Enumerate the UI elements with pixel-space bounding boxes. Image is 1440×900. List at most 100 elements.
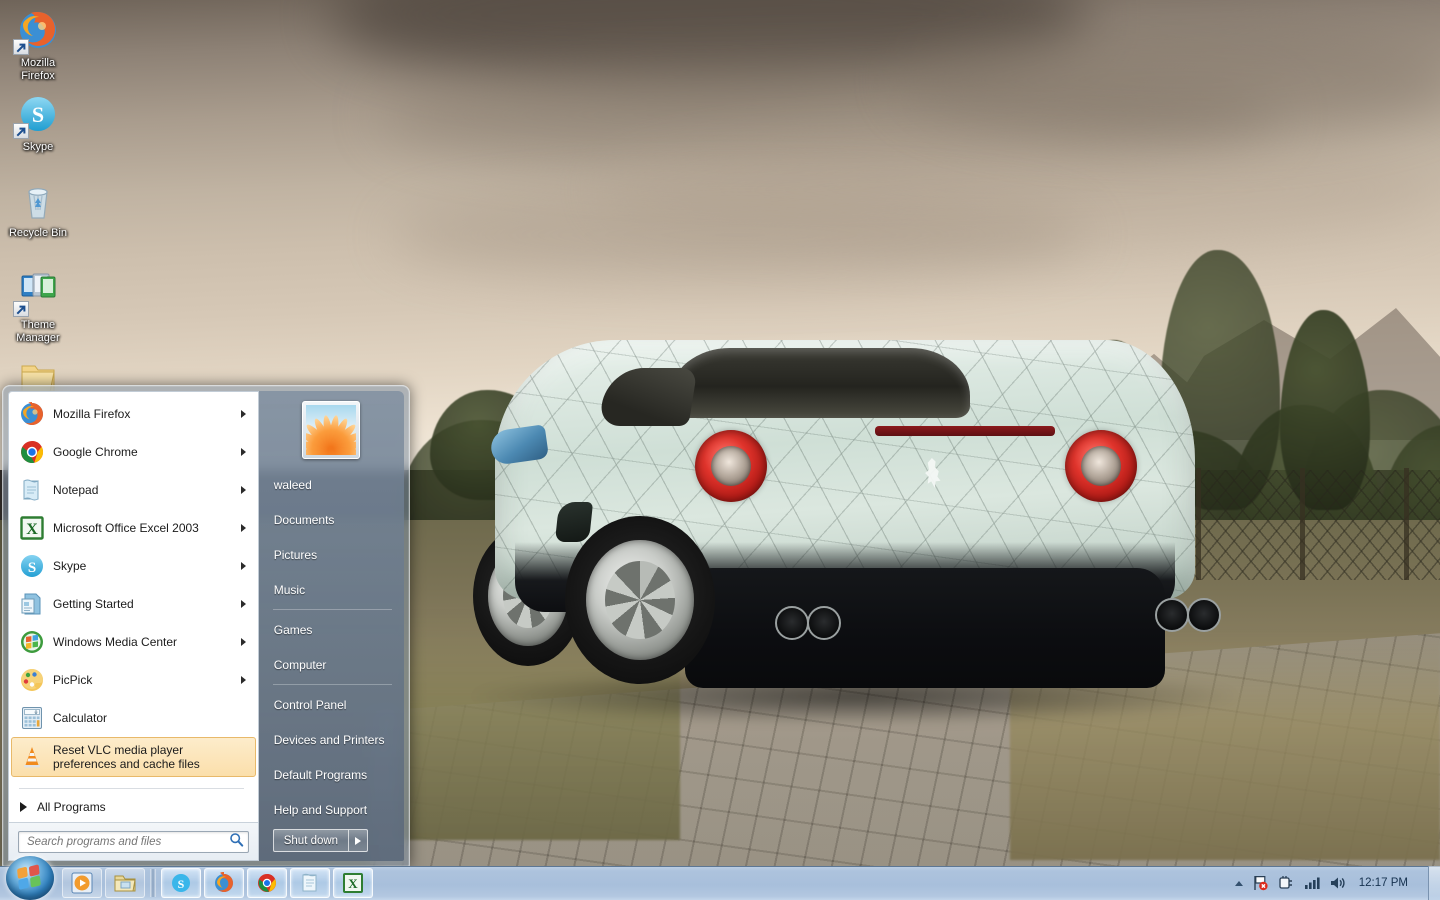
start-menu-link-music[interactable]: Music <box>259 572 404 607</box>
calculator-icon: 0 <box>19 705 45 731</box>
start-menu-right-divider <box>272 609 392 610</box>
chevron-right-icon <box>240 638 246 646</box>
start-menu-link-help-and-support[interactable]: Help and Support <box>259 792 404 827</box>
desktop-screen: Mozilla Firefox S Skype Recycle Bin Them… <box>0 0 1440 900</box>
theme-manager-icon <box>13 268 62 317</box>
svg-text:X: X <box>26 521 38 538</box>
speaker-icon[interactable] <box>1329 874 1347 892</box>
start-menu-item-skype[interactable]: S Skype <box>11 547 256 585</box>
chrome-icon <box>19 439 45 465</box>
desktop-icon-label-2: Firefox <box>21 70 55 82</box>
start-menu-item-label: Windows Media Center <box>53 635 178 649</box>
shutdown-row: Shut down <box>259 829 404 861</box>
start-menu-search-area <box>9 822 258 860</box>
svg-text:S: S <box>178 877 185 891</box>
skype-icon: S <box>19 553 45 579</box>
eject-device-icon[interactable] <box>1277 874 1295 892</box>
taskbar-separator <box>150 869 156 897</box>
firefox-icon <box>19 401 45 427</box>
start-menu-link-control-panel[interactable]: Control Panel <box>259 687 404 722</box>
search-input[interactable] <box>27 835 229 848</box>
taskbar-button-mozilla-firefox[interactable] <box>204 868 244 898</box>
start-menu-divider <box>19 788 244 789</box>
chevron-right-icon <box>240 524 246 532</box>
desktop-icon-label: Skype <box>22 141 54 153</box>
flag-with-error-icon[interactable] <box>1251 874 1269 892</box>
all-programs-label: All Programs <box>37 800 106 814</box>
notepad-icon <box>19 477 45 503</box>
start-menu-item-label: Skype <box>53 559 87 573</box>
taskbar-button-notepad[interactable] <box>290 868 330 898</box>
start-menu-link-documents[interactable]: Documents <box>259 502 404 537</box>
desktop-icon-label-2: Manager <box>16 332 60 344</box>
chevron-right-icon <box>355 836 362 845</box>
start-menu-link-games[interactable]: Games <box>259 612 404 647</box>
avatar[interactable] <box>302 401 361 459</box>
start-menu-item-notepad[interactable]: Notepad <box>11 471 256 509</box>
search-icon[interactable] <box>229 832 244 852</box>
start-menu-item-label: Calculator <box>53 711 108 725</box>
start-menu-link-pictures[interactable]: Pictures <box>259 537 404 572</box>
flower-avatar <box>306 405 357 455</box>
start-menu-item-reset-vlc-media-player-preferences-and-cache-files[interactable]: Reset VLC media player preferences and c… <box>11 737 256 777</box>
svg-text:S: S <box>32 102 44 127</box>
chevron-right-icon <box>20 802 27 812</box>
chevron-up-icon[interactable] <box>1234 880 1243 886</box>
start-menu-right-divider <box>272 684 392 685</box>
desktop-icon-label: Recycle Bin <box>8 227 68 239</box>
taskbar-button-microsoft-office-excel-2003[interactable]: X <box>333 868 373 898</box>
svg-text:0: 0 <box>34 710 37 716</box>
start-menu-item-getting-started[interactable]: Getting Started <box>11 585 256 623</box>
chevron-right-icon <box>240 410 246 418</box>
recycle-bin-icon <box>14 176 62 224</box>
show-desktop-button[interactable] <box>1428 866 1440 900</box>
start-menu-item-google-chrome[interactable]: Google Chrome <box>11 433 256 471</box>
firefox-icon <box>13 6 62 55</box>
all-programs-button[interactable]: All Programs <box>9 792 258 822</box>
start-button[interactable] <box>6 856 54 900</box>
taskbar-button-windows-explorer[interactable] <box>105 868 145 898</box>
start-menu-link-devices-and-printers[interactable]: Devices and Printers <box>259 722 404 757</box>
search-box[interactable] <box>18 830 249 853</box>
windows-orb-icon <box>16 864 43 891</box>
user-name[interactable]: waleed <box>259 467 404 502</box>
start-menu-item-mozilla-firefox[interactable]: Mozilla Firefox <box>11 395 256 433</box>
chevron-right-icon <box>240 676 246 684</box>
svg-text:S: S <box>28 560 36 576</box>
picpick-icon <box>19 667 45 693</box>
taskbar-button-google-chrome[interactable] <box>247 868 287 898</box>
desktop-icon-label: Theme <box>20 319 56 331</box>
start-menu: Mozilla Firefox Google Chrome Notepad X M… <box>2 385 410 867</box>
start-menu-item-label: Mozilla Firefox <box>53 407 131 421</box>
start-menu-item-picpick[interactable]: PicPick <box>11 661 256 699</box>
wallpaper-ferrari-car <box>455 330 1255 730</box>
start-menu-item-microsoft-office-excel-2003[interactable]: X Microsoft Office Excel 2003 <box>11 509 256 547</box>
start-menu-links: Documents Pictures Music Games Computer Contr… <box>259 502 404 827</box>
network-signal-icon[interactable] <box>1303 874 1321 892</box>
desktop-icon-mozilla-firefox[interactable]: Mozilla Firefox <box>0 6 76 83</box>
windows-media-center-icon <box>19 629 45 655</box>
shut-down-button[interactable]: Shut down <box>272 829 349 852</box>
taskbar-button-windows-media-player[interactable] <box>62 868 102 898</box>
system-tray: 12:17 PM <box>1234 866 1440 900</box>
shortcut-arrow-icon <box>13 123 29 139</box>
skype-icon: S <box>13 90 62 139</box>
chevron-right-icon <box>240 600 246 608</box>
desktop-icon-skype[interactable]: S Skype <box>0 90 76 154</box>
start-menu-program-list: Mozilla Firefox Google Chrome Notepad X M… <box>9 392 258 785</box>
desktop-icon-recycle-bin[interactable]: Recycle Bin <box>0 176 76 240</box>
start-menu-link-default-programs[interactable]: Default Programs <box>259 757 404 792</box>
chevron-right-icon <box>240 448 246 456</box>
desktop-icon-theme-manager[interactable]: Theme Manager <box>0 268 76 345</box>
start-menu-item-calculator[interactable]: 0 Calculator <box>11 699 256 737</box>
start-menu-link-computer[interactable]: Computer <box>259 647 404 682</box>
start-menu-item-windows-media-center[interactable]: Windows Media Center <box>11 623 256 661</box>
start-menu-item-label: Notepad <box>53 483 99 497</box>
shortcut-arrow-icon <box>13 301 29 317</box>
start-menu-item-label: Google Chrome <box>53 445 138 459</box>
clock[interactable]: 12:17 PM <box>1355 866 1418 900</box>
chevron-right-icon <box>240 486 246 494</box>
shutdown-options-button[interactable] <box>348 829 369 852</box>
taskbar-button-skype[interactable]: S <box>161 868 201 898</box>
start-menu-item-label: Getting Started <box>53 597 134 611</box>
